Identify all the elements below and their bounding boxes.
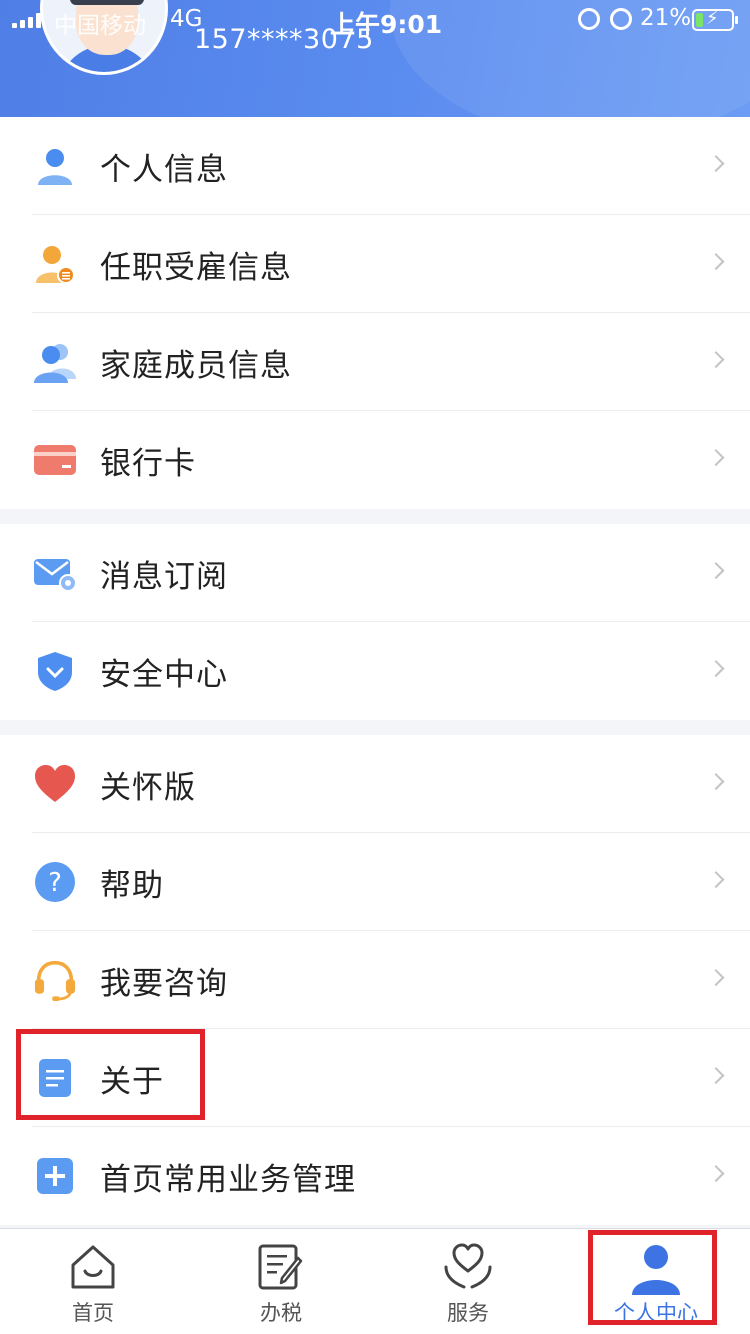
- menu-group-support: 关怀版 ? 帮助 我要咨询 关于 首页常用业务管理: [0, 735, 750, 1225]
- person-icon: [38, 149, 72, 185]
- svg-text:?: ?: [48, 868, 62, 898]
- chevron-right-icon: [707, 871, 725, 889]
- service-heart-icon: [444, 1243, 492, 1289]
- menu-item-label: 消息订阅: [100, 558, 228, 595]
- battery-icon: ⚡: [692, 8, 738, 31]
- headset-icon: [34, 960, 76, 1001]
- battery-percent: 21%: [640, 5, 692, 31]
- heart-icon: [35, 765, 75, 802]
- shield-icon: [38, 652, 72, 691]
- bank-card-icon: [34, 445, 76, 475]
- menu-item-label: 首页常用业务管理: [100, 1161, 356, 1198]
- menu-item-label: 关怀版: [100, 769, 196, 806]
- rotation-lock-icon: [578, 8, 600, 30]
- carrier-label: 中国移动: [54, 13, 146, 39]
- home-icon: [71, 1245, 115, 1289]
- profile-header: 157****3075 中国移动 4G 上午9:01 21% ⚡: [0, 0, 750, 117]
- network-label: 4G: [170, 6, 203, 32]
- chevron-right-icon: [707, 562, 725, 580]
- tax-form-icon: [258, 1244, 303, 1290]
- highlight-box-about: [16, 1029, 205, 1120]
- menu-item-help[interactable]: ? 帮助: [0, 833, 750, 931]
- menu-item-label: 家庭成员信息: [100, 347, 292, 384]
- chevron-right-icon: [707, 1067, 725, 1085]
- chevron-right-icon: [707, 253, 725, 271]
- status-bar: 中国移动 4G 上午9:01 21% ⚡: [0, 0, 750, 40]
- chevron-right-icon: [707, 969, 725, 987]
- menu-item-personal-info[interactable]: 个人信息: [0, 117, 750, 215]
- employment-icon: [36, 246, 75, 284]
- mail-subscription-icon: [34, 559, 76, 592]
- menu-item-label: 帮助: [100, 867, 164, 904]
- menu-item-home-business-management[interactable]: 首页常用业务管理: [0, 1127, 750, 1225]
- tab-home[interactable]: 首页: [38, 1229, 148, 1334]
- chevron-right-icon: [707, 660, 725, 678]
- menu-item-security-center[interactable]: 安全中心: [0, 622, 750, 720]
- chevron-right-icon: [707, 351, 725, 369]
- chevron-right-icon: [707, 155, 725, 173]
- signal-icon: [12, 12, 41, 28]
- menu-item-employment-info[interactable]: 任职受雇信息: [0, 215, 750, 313]
- chevron-right-icon: [707, 449, 725, 467]
- tab-label: 首页: [72, 1301, 114, 1325]
- menu-item-family-members[interactable]: 家庭成员信息: [0, 313, 750, 411]
- menu-item-label: 银行卡: [100, 445, 196, 482]
- highlight-box-personal-center: [588, 1230, 717, 1325]
- tab-label: 服务: [447, 1301, 489, 1325]
- menu-item-consult[interactable]: 我要咨询: [0, 931, 750, 1029]
- alarm-icon: [610, 8, 632, 30]
- menu-item-label: 安全中心: [100, 656, 228, 693]
- tab-service[interactable]: 服务: [413, 1229, 523, 1334]
- menu-item-message-subscription[interactable]: 消息订阅: [0, 524, 750, 622]
- menu-group-settings: 消息订阅 安全中心: [0, 524, 750, 720]
- menu-item-label: 我要咨询: [100, 965, 228, 1002]
- tab-label: 办税: [260, 1301, 302, 1325]
- family-members-icon: [34, 344, 76, 383]
- menu-group-account: 个人信息 任职受雇信息 家庭成员信息 银行卡: [0, 117, 750, 509]
- menu-item-care-version[interactable]: 关怀版: [0, 735, 750, 833]
- tab-tax[interactable]: 办税: [226, 1229, 336, 1334]
- chevron-right-icon: [707, 773, 725, 791]
- menu-item-label: 任职受雇信息: [100, 249, 292, 286]
- chevron-right-icon: [707, 1165, 725, 1183]
- menu-item-label: 个人信息: [100, 151, 228, 188]
- clock: 上午9:01: [330, 10, 443, 39]
- menu-item-bank-card[interactable]: 银行卡: [0, 411, 750, 509]
- help-icon: ?: [35, 862, 75, 902]
- plus-icon: [37, 1158, 73, 1194]
